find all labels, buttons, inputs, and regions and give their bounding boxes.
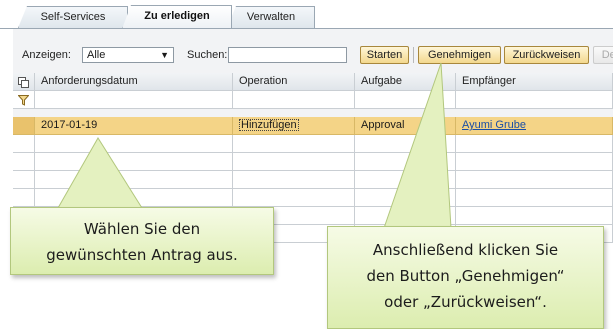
- callout-select-line-1: Wählen Sie den: [83, 220, 201, 238]
- callout-select-line-2: gewünschten Antrag aus.: [46, 246, 238, 264]
- callout-2-pointer: [383, 62, 452, 229]
- callout-select-request: Wählen Sie den gewünschten Antrag aus.: [10, 207, 274, 275]
- callout-click-line-3: oder „Zurückweisen“.: [384, 293, 547, 311]
- callout-click-line-2: den Button „Genehmigen“: [366, 267, 565, 285]
- callout-click-button: Anschließend klicken Sie den Button „Gen…: [327, 226, 604, 329]
- callout-click-line-1: Anschließend klicken Sie: [372, 241, 559, 259]
- callout-1-pointer: [57, 137, 143, 209]
